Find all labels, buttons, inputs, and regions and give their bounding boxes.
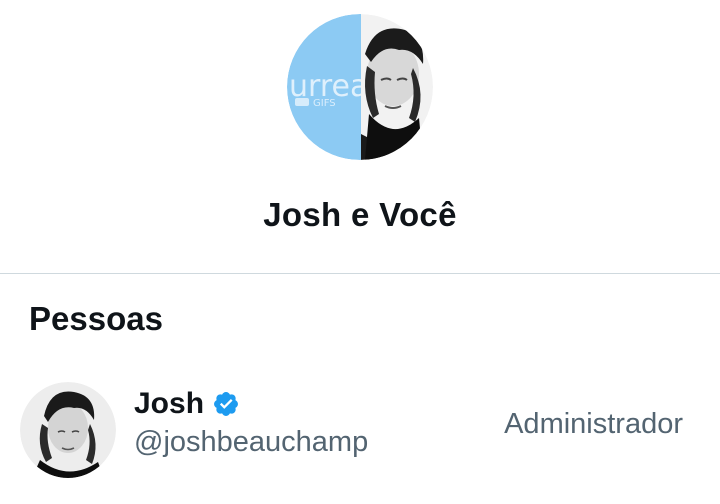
member-name-line: Josh <box>134 386 240 422</box>
member-avatar-image <box>20 382 116 478</box>
conversation-header: urrea GIFS Josh e Você <box>0 0 720 274</box>
conversation-title: Josh e Você <box>263 196 457 233</box>
group-avatar[interactable]: urrea GIFS <box>287 14 433 160</box>
people-section-title: Pessoas <box>29 300 163 337</box>
section-divider <box>0 273 720 274</box>
group-avatar-image: urrea GIFS <box>287 14 433 160</box>
member-row[interactable]: Josh @joshbeauchamp Administrador <box>0 374 720 486</box>
member-name: Josh <box>134 387 205 420</box>
member-avatar[interactable] <box>20 382 116 478</box>
member-role-label: Administrador <box>504 408 683 440</box>
verified-badge-icon <box>212 390 240 418</box>
member-handle: @joshbeauchamp <box>134 426 369 458</box>
avatar-left-subtext: GIFS <box>313 98 336 109</box>
